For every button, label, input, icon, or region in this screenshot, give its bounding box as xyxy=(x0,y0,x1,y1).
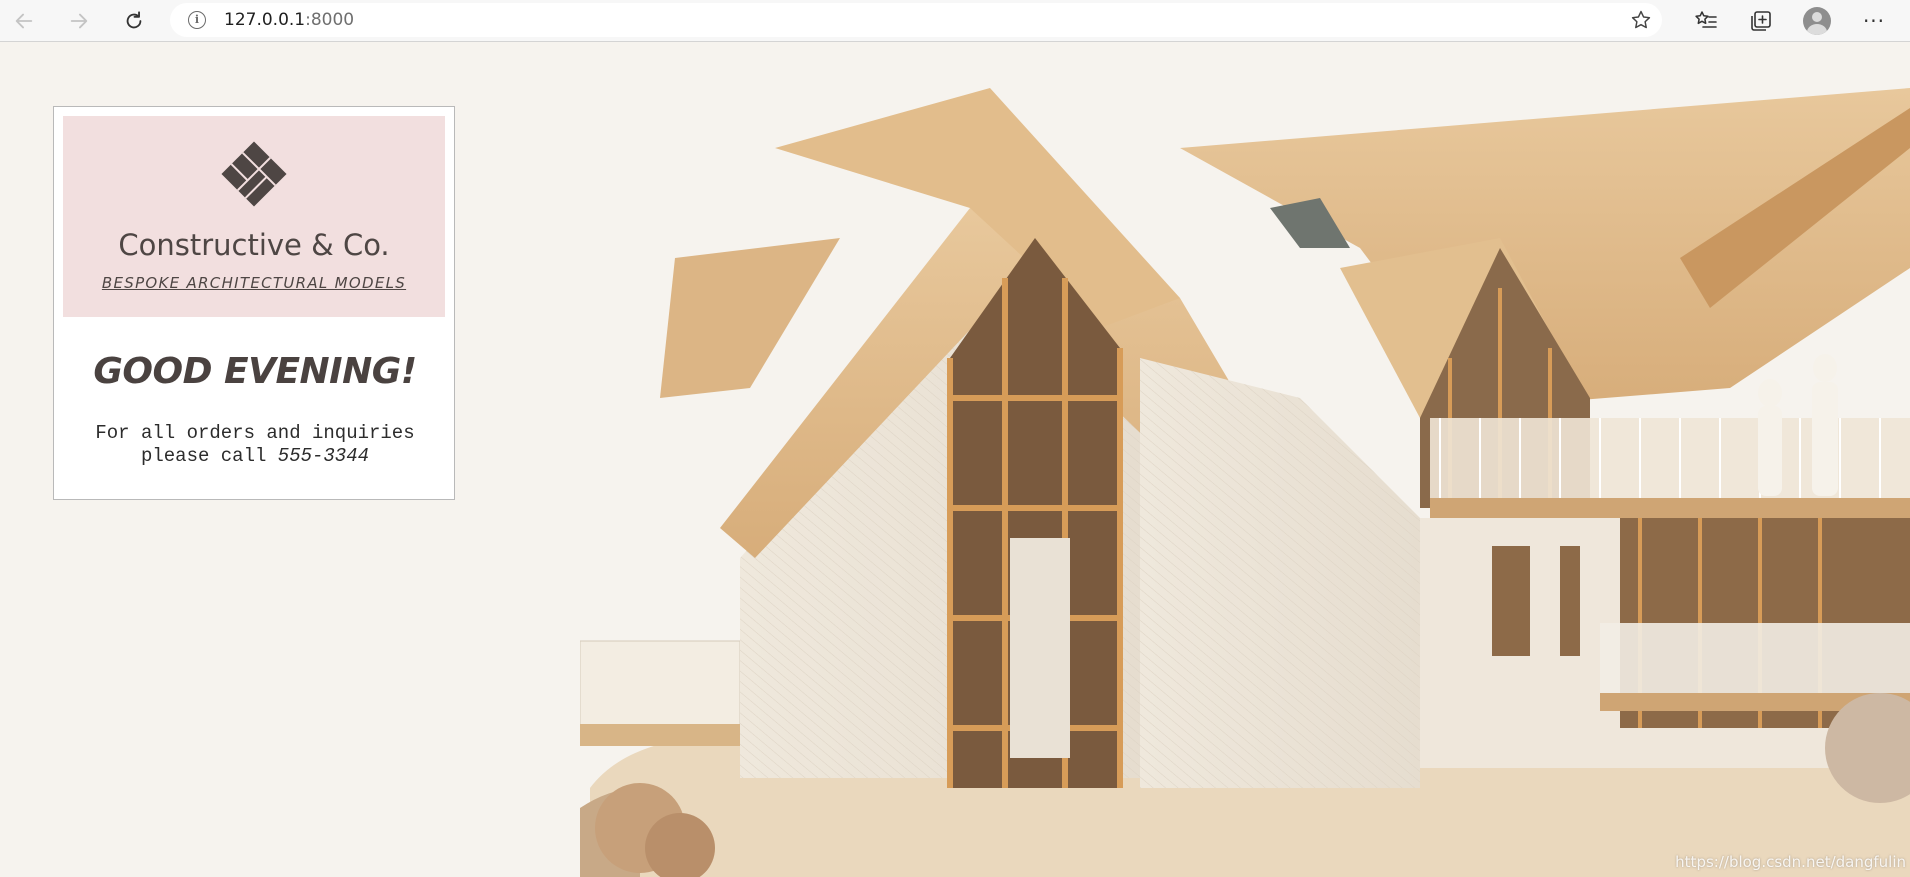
greeting-heading: GOOD EVENING! xyxy=(93,351,417,392)
watermark: https://blog.csdn.net/dangfulin xyxy=(1675,853,1906,871)
brand-tagline: BESPOKE ARCHITECTURAL MODELS xyxy=(101,274,407,292)
info-icon[interactable]: i xyxy=(188,11,206,29)
phone-number: 555-3344 xyxy=(277,445,370,467)
contact-line-1: For all orders and inquiries xyxy=(95,422,415,444)
contact-line-2-prefix: please call xyxy=(140,445,278,467)
logo-box: Constructive & Co. BESPOKE ARCHITECTURAL… xyxy=(63,116,445,317)
collections-icon[interactable] xyxy=(1744,5,1778,37)
avatar xyxy=(1803,7,1831,35)
url-text[interactable]: 127.0.0.1:8000 xyxy=(224,10,354,30)
contact-text: For all orders and inquiries please call… xyxy=(54,422,456,468)
profile-icon[interactable] xyxy=(1800,5,1834,37)
url-port: :8000 xyxy=(305,10,355,30)
star-icon[interactable] xyxy=(1628,8,1654,32)
url-host: 127.0.0.1 xyxy=(224,10,306,30)
browser-toolbar: i 127.0.0.1:8000 ··· xyxy=(0,0,1910,42)
more-icon[interactable]: ··· xyxy=(1857,5,1891,37)
hero-image xyxy=(580,88,1910,877)
favorites-icon[interactable] xyxy=(1689,5,1723,37)
back-arrow-icon[interactable] xyxy=(8,5,40,37)
contact-line-2: please call 555-3344 xyxy=(54,445,456,468)
brand-card: Constructive & Co. BESPOKE ARCHITECTURAL… xyxy=(53,106,455,500)
diamond-logo-icon xyxy=(221,141,287,207)
forward-arrow-icon[interactable] xyxy=(63,5,95,37)
brand-name: Constructive & Co. xyxy=(118,228,390,262)
address-bar[interactable]: i 127.0.0.1:8000 xyxy=(170,3,1662,37)
refresh-icon[interactable] xyxy=(118,5,150,37)
